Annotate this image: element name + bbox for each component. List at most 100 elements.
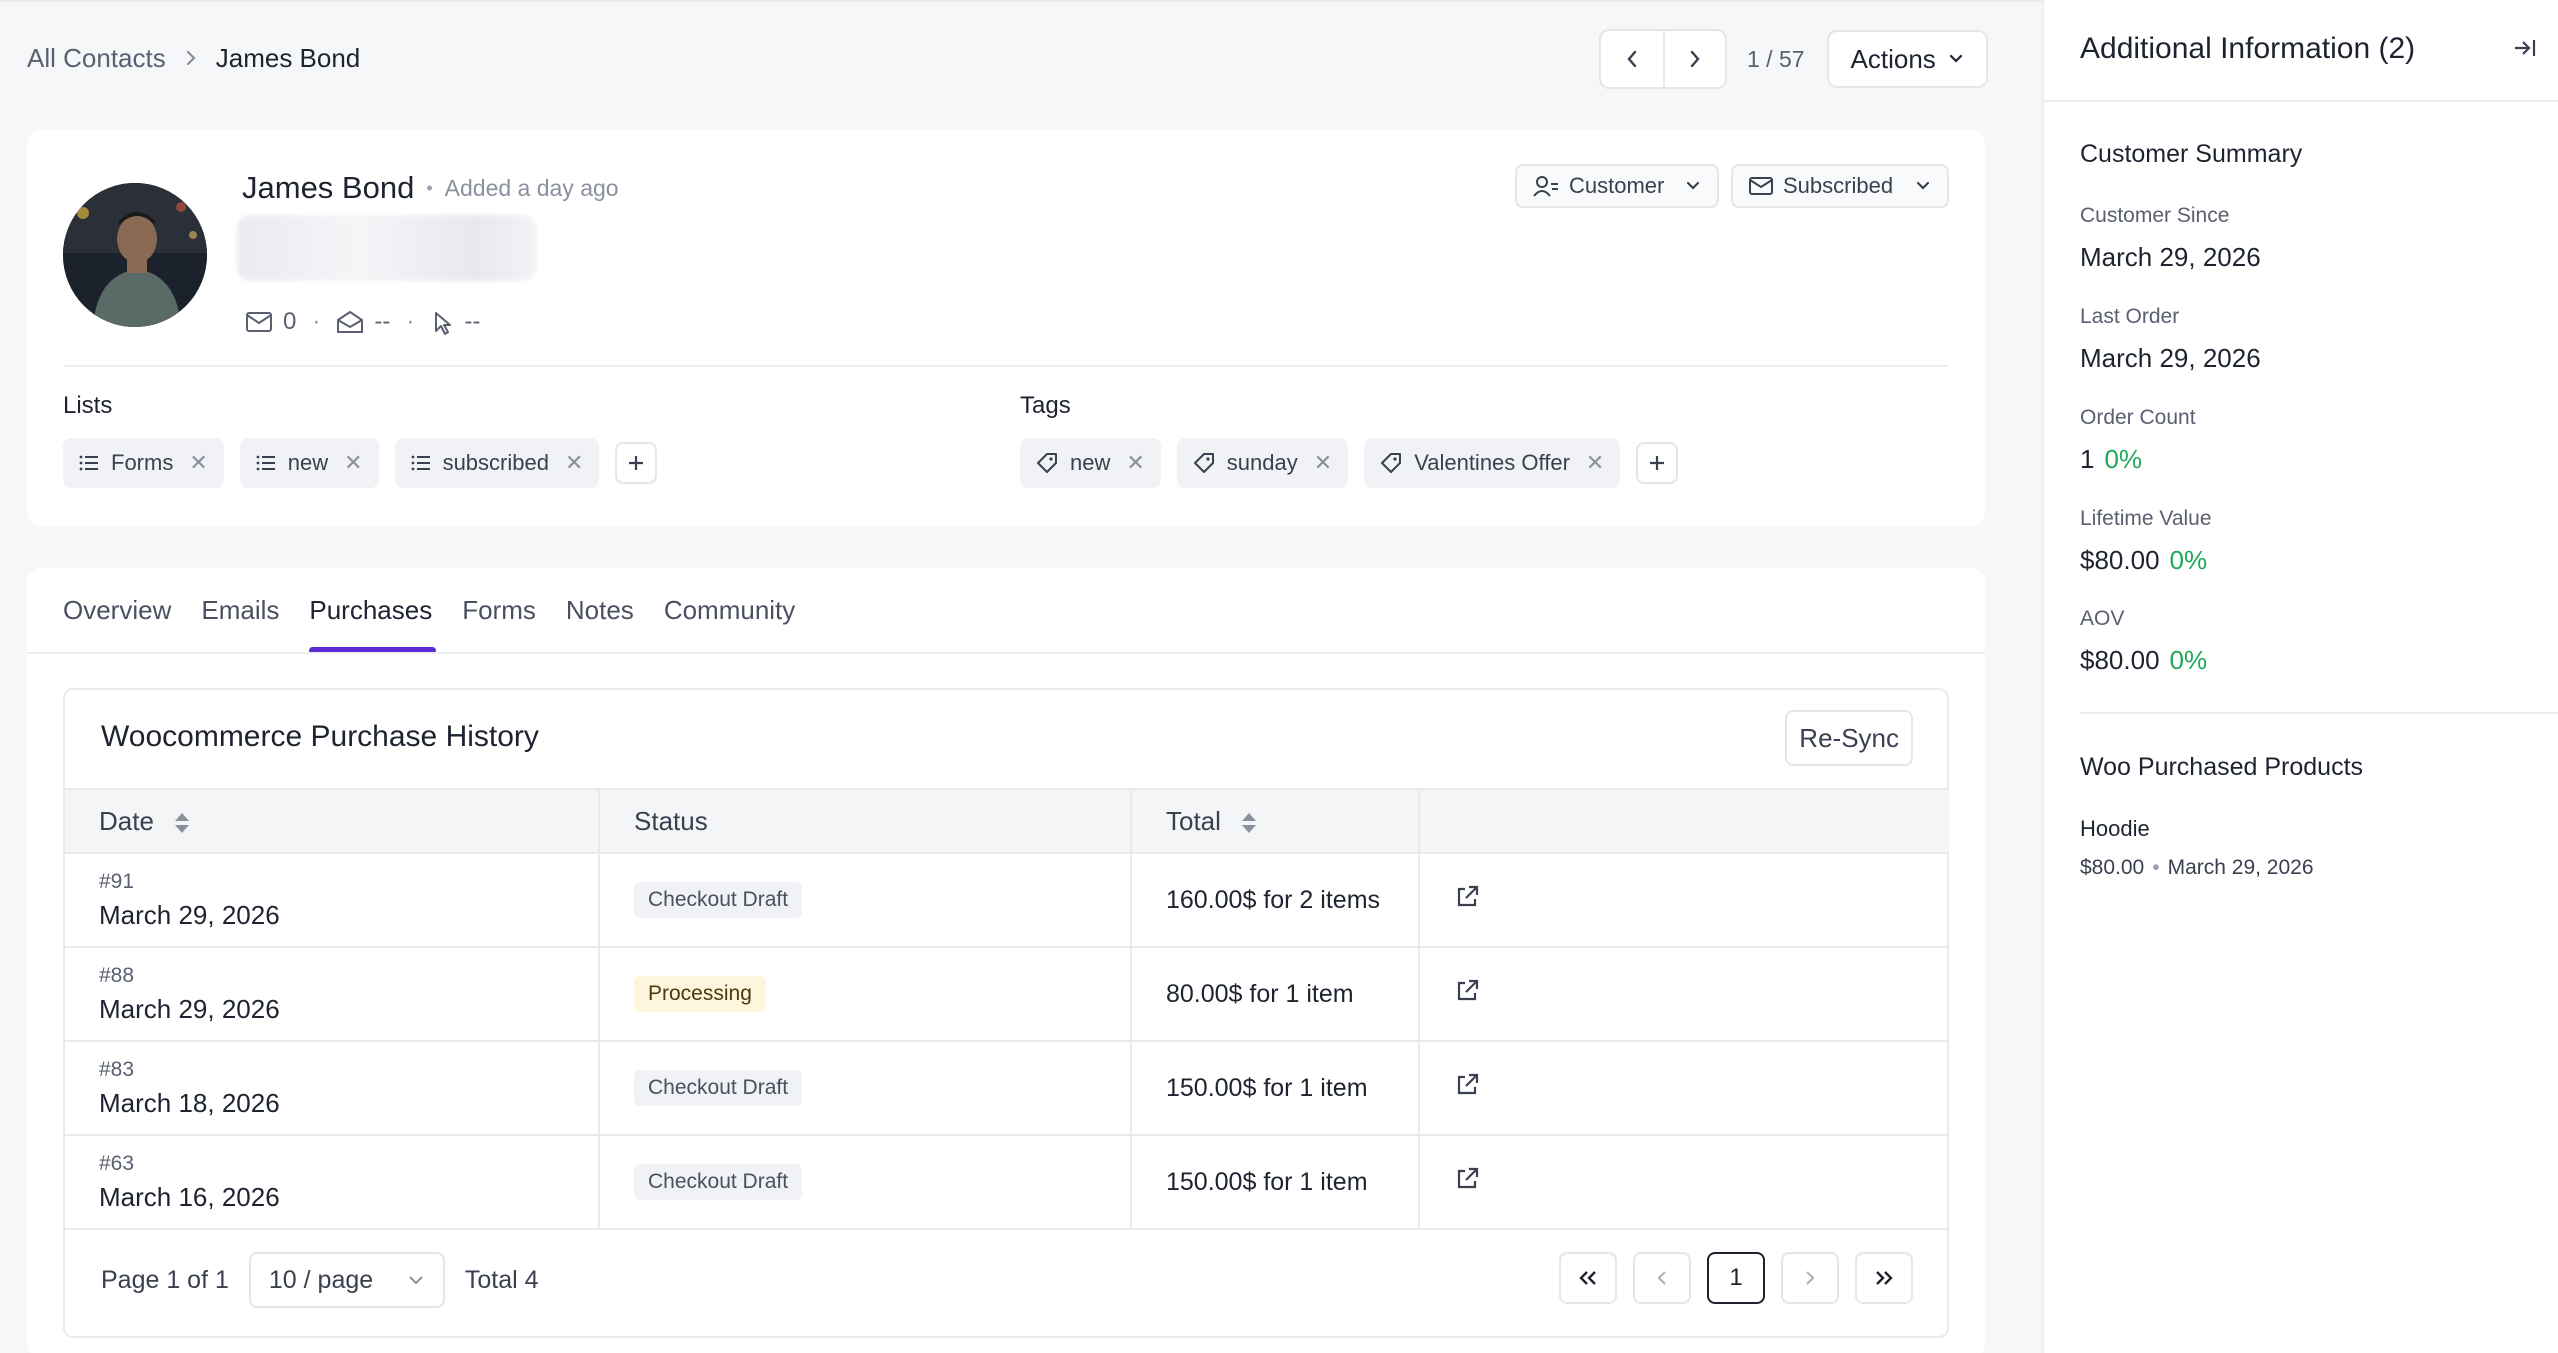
status-cell: Checkout Draft bbox=[598, 1135, 1131, 1230]
close-icon[interactable]: ✕ bbox=[189, 450, 207, 476]
external-link-icon[interactable] bbox=[1454, 978, 1480, 1004]
next-page-button[interactable] bbox=[1781, 1252, 1839, 1304]
list-chip-label: subscribed bbox=[442, 450, 549, 475]
actions-dropdown[interactable]: Actions bbox=[1826, 30, 1988, 88]
previous-page-button[interactable] bbox=[1633, 1252, 1691, 1304]
previous-contact-button[interactable] bbox=[1601, 31, 1663, 87]
tab-overview[interactable]: Overview bbox=[63, 568, 171, 652]
sort-icon[interactable] bbox=[1240, 811, 1258, 835]
resync-button[interactable]: Re-Sync bbox=[1785, 710, 1913, 766]
chevron-down-icon bbox=[1916, 181, 1930, 190]
emails-opened-count: -- bbox=[374, 308, 391, 335]
per-page-value: 10 / page bbox=[268, 1265, 374, 1294]
tab-bar: Overview Emails Purchases Forms Notes Co… bbox=[63, 568, 795, 654]
external-link-icon[interactable] bbox=[1454, 1072, 1480, 1098]
column-date[interactable]: Date bbox=[65, 788, 599, 854]
total-cell: 80.00$ for 1 item bbox=[1130, 947, 1419, 1042]
additional-info-panel: Additional Information (2) Customer Summ… bbox=[2042, 0, 2558, 1353]
tag-chip: sunday ✕ bbox=[1176, 438, 1349, 488]
list-chip-label: Forms bbox=[111, 450, 174, 475]
column-status: Status bbox=[598, 788, 1131, 854]
avatar bbox=[63, 183, 207, 327]
order-total: 160.00$ for 2 items bbox=[1166, 885, 1381, 914]
order-date: March 18, 2026 bbox=[99, 1087, 280, 1118]
order-number: #88 bbox=[99, 963, 135, 987]
order-cell: #83 March 18, 2026 bbox=[65, 1041, 599, 1136]
lifetime-value-row: $80.00 0% bbox=[2080, 545, 2207, 576]
page-number-button[interactable]: 1 bbox=[1707, 1252, 1765, 1304]
status-cell: Checkout Draft bbox=[598, 853, 1131, 948]
external-link-icon[interactable] bbox=[1454, 1166, 1480, 1192]
close-icon[interactable]: ✕ bbox=[1314, 450, 1332, 476]
order-cell: #88 March 29, 2026 bbox=[65, 947, 599, 1042]
plus-icon bbox=[629, 456, 644, 470]
close-icon[interactable]: ✕ bbox=[344, 450, 362, 476]
tab-emails[interactable]: Emails bbox=[201, 568, 279, 652]
order-count-label: Order Count bbox=[2080, 406, 2196, 429]
close-icon[interactable]: ✕ bbox=[1126, 450, 1144, 476]
customer-since-value: March 29, 2026 bbox=[2080, 242, 2261, 272]
order-number: #63 bbox=[99, 1151, 135, 1175]
tag-icon bbox=[1037, 453, 1057, 473]
lifetime-value-change: 0% bbox=[2169, 545, 2208, 575]
chevron-left-icon bbox=[1657, 1271, 1666, 1285]
list-icon bbox=[256, 455, 275, 471]
total-count: Total 4 bbox=[464, 1265, 539, 1294]
panel-header: Additional Information (2) bbox=[2044, 0, 2558, 102]
record-position: 1 / 57 bbox=[1747, 45, 1805, 72]
chevron-right-icon bbox=[1690, 50, 1700, 68]
chevron-right-icon bbox=[1806, 1271, 1815, 1285]
tab-purchases[interactable]: Purchases bbox=[309, 568, 437, 654]
add-list-button[interactable] bbox=[615, 442, 658, 484]
chevron-down-icon bbox=[1949, 54, 1962, 63]
aov-label: AOV bbox=[2080, 607, 2125, 630]
product-price: $80.00 bbox=[2080, 856, 2145, 879]
link-cell bbox=[1418, 947, 1949, 1042]
divider bbox=[63, 365, 1949, 367]
close-icon[interactable]: ✕ bbox=[1586, 450, 1604, 476]
double-chevron-right-icon bbox=[1876, 1271, 1893, 1285]
total-cell: 160.00$ for 2 items bbox=[1130, 853, 1419, 948]
add-tag-button[interactable] bbox=[1636, 442, 1679, 484]
first-page-button[interactable] bbox=[1559, 1252, 1617, 1304]
list-chip: Forms ✕ bbox=[63, 438, 224, 488]
total-cell: 150.00$ for 1 item bbox=[1130, 1041, 1419, 1136]
per-page-select[interactable]: 10 / page bbox=[248, 1252, 445, 1308]
order-total: 150.00$ for 1 item bbox=[1166, 1073, 1368, 1102]
collapse-panel-icon[interactable] bbox=[2512, 36, 2538, 66]
double-chevron-left-icon bbox=[1579, 1271, 1596, 1285]
purchase-history-panel: Woocommerce Purchase History Re-Sync Dat… bbox=[63, 688, 1949, 1338]
main-content: All Contacts James Bond 1 / 57 Actions J… bbox=[0, 0, 2040, 1353]
column-status-label: Status bbox=[634, 805, 708, 836]
contact-name: James Bond bbox=[242, 170, 415, 205]
aov-row: $80.00 0% bbox=[2080, 645, 2207, 676]
status-cell: Checkout Draft bbox=[598, 1041, 1131, 1136]
breadcrumb-all-contacts[interactable]: All Contacts bbox=[27, 43, 166, 74]
table-header-row: Date Status Total bbox=[65, 788, 1949, 854]
contact-type-dropdown[interactable]: Customer bbox=[1515, 164, 1719, 208]
sort-icon[interactable] bbox=[173, 811, 191, 835]
tab-community[interactable]: Community bbox=[664, 568, 795, 652]
next-contact-button[interactable] bbox=[1663, 31, 1725, 87]
last-page-button[interactable] bbox=[1855, 1252, 1913, 1304]
customer-since-label: Customer Since bbox=[2080, 204, 2230, 227]
lists-chips: Forms ✕ new ✕ subscribed ✕ bbox=[63, 438, 658, 488]
external-link-icon[interactable] bbox=[1454, 884, 1480, 910]
order-count-change: 0% bbox=[2104, 444, 2143, 474]
divider bbox=[2080, 712, 2558, 714]
table-row: #91 March 29, 2026 Checkout Draft 160.00… bbox=[65, 853, 1949, 948]
order-count-row: 1 0% bbox=[2080, 444, 2142, 475]
engagement-stats: 0 · -- · -- bbox=[245, 308, 480, 336]
tab-notes[interactable]: Notes bbox=[566, 568, 634, 652]
subscription-status-dropdown[interactable]: Subscribed bbox=[1731, 164, 1949, 208]
tag-icon bbox=[1193, 453, 1214, 473]
lists-heading: Lists bbox=[63, 392, 113, 419]
order-total: 80.00$ for 1 item bbox=[1166, 979, 1354, 1008]
close-icon[interactable]: ✕ bbox=[565, 450, 583, 476]
order-number: #83 bbox=[99, 1057, 135, 1081]
product-date: March 29, 2026 bbox=[2167, 856, 2314, 879]
tab-forms[interactable]: Forms bbox=[462, 568, 536, 652]
link-cell bbox=[1418, 853, 1949, 948]
tag-chip: Valentines Offer ✕ bbox=[1364, 438, 1621, 488]
column-total[interactable]: Total bbox=[1130, 788, 1419, 854]
